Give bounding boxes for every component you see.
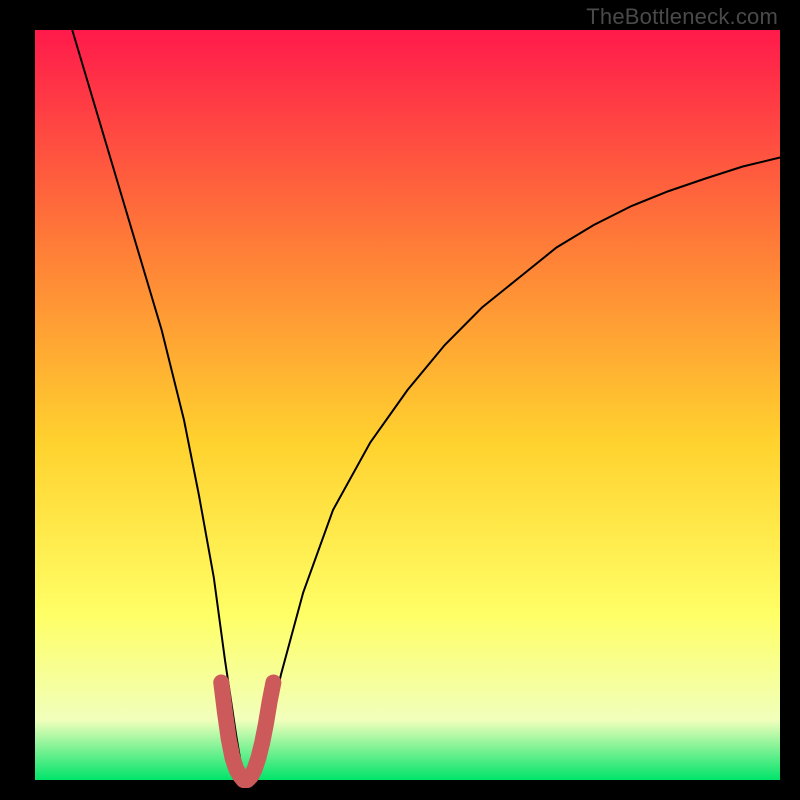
chart-container: TheBottleneck.com: [0, 0, 800, 800]
watermark-text: TheBottleneck.com: [586, 4, 778, 30]
bottleneck-chart: [0, 0, 800, 800]
plot-background: [35, 30, 780, 780]
